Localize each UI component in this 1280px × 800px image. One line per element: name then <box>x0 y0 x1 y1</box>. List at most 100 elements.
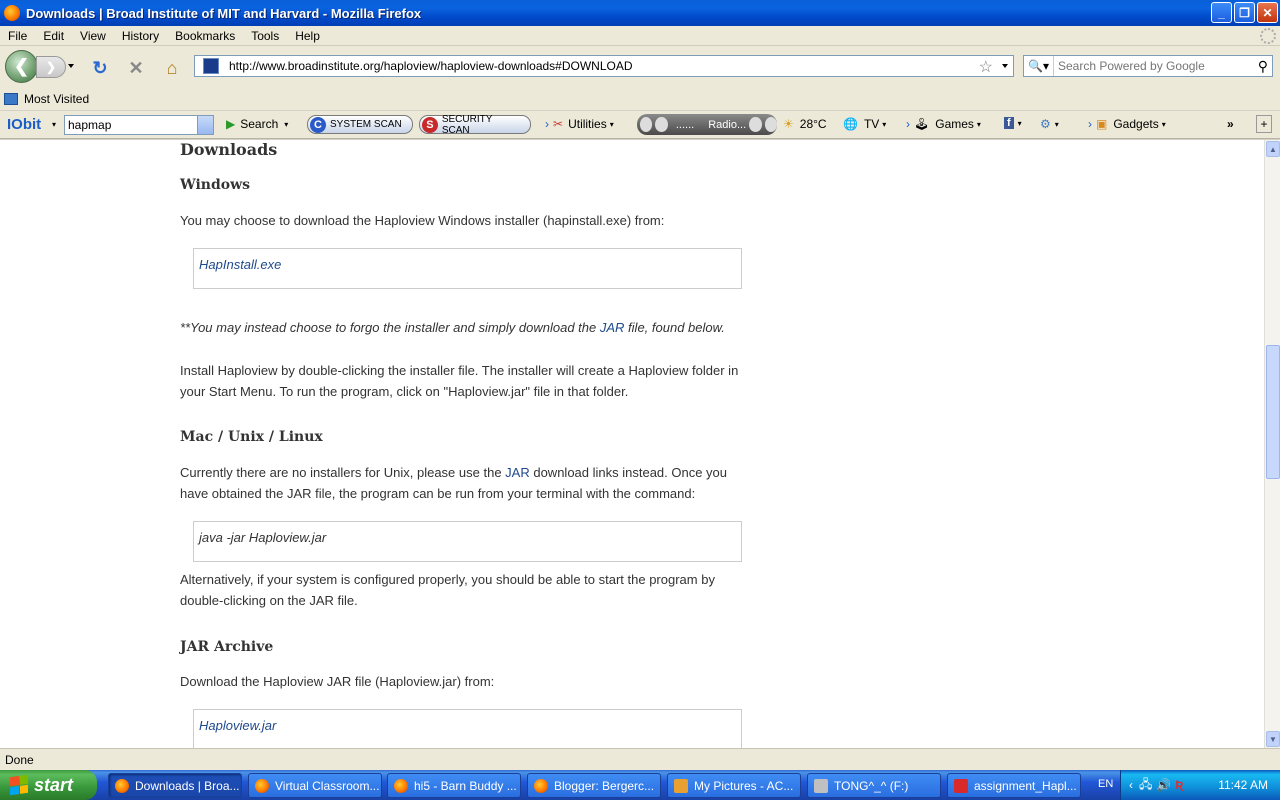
extension-button[interactable]: ⚙ ▾ <box>1040 117 1059 131</box>
download-box-hapinstall: HapInstall.exe <box>193 248 742 289</box>
jar-link[interactable]: JAR <box>600 320 625 335</box>
combo-dropdown-icon[interactable] <box>197 116 213 134</box>
utilities-button[interactable]: › ✂ Utilities ▾ <box>545 117 614 131</box>
iobit-search-combo[interactable]: hapmap <box>64 115 214 135</box>
search-bar[interactable]: 🔍▾ ⚲ <box>1023 55 1273 77</box>
task-label: Downloads | Broa... <box>135 778 240 793</box>
jar-link-unix[interactable]: JAR <box>505 465 530 480</box>
taskbar: start Downloads | Broa... Virtual Classr… <box>0 770 1280 800</box>
start-button[interactable]: start <box>0 770 97 800</box>
menu-view[interactable]: View <box>72 29 114 43</box>
new-tab-button[interactable]: + <box>1256 115 1272 133</box>
history-dropdown-icon[interactable] <box>68 64 74 68</box>
unix-text: Currently there are no installers for Un… <box>180 465 506 480</box>
search-go-icon[interactable]: ⚲ <box>1258 58 1268 75</box>
tray-expand-icon[interactable]: ‹ <box>1129 778 1133 792</box>
weather-button[interactable]: ☀ 28°C <box>783 117 827 131</box>
dropdown-icon: ▾ <box>284 119 289 129</box>
facebook-button[interactable]: f ▾ <box>1004 117 1022 129</box>
dropdown-icon: ▾ <box>882 119 887 129</box>
task-drive-f[interactable]: TONG^_^ (F:) <box>807 773 941 798</box>
language-indicator[interactable]: EN <box>1098 778 1113 790</box>
download-box-jar: Haploview.jar <box>193 709 742 748</box>
iobit-search-value[interactable]: hapmap <box>68 118 111 132</box>
url-dropdown-icon[interactable] <box>1002 64 1008 68</box>
bookmark-most-visited[interactable]: Most Visited <box>4 92 89 106</box>
windows-intro: You may choose to download the Haploview… <box>180 213 665 228</box>
network-icon[interactable]: 🖧 <box>1139 775 1152 796</box>
iobit-search-button[interactable]: ▶ Search ▾ <box>226 117 288 131</box>
radio-label[interactable]: Radio... <box>708 119 746 131</box>
task-label: TONG^_^ (F:) <box>834 778 909 793</box>
reload-icon[interactable]: ↻ <box>90 58 110 78</box>
scroll-up-icon[interactable]: ▲ <box>1266 141 1280 157</box>
gadgets-button[interactable]: › ▣ Gadgets ▾ <box>1088 117 1166 131</box>
url-text[interactable]: http://www.broadinstitute.org/haploview/… <box>229 59 633 73</box>
stop-icon[interactable]: ✕ <box>126 58 146 78</box>
section-heading-windows: Windows <box>180 177 251 193</box>
task-my-pictures[interactable]: My Pictures - AC... <box>667 773 801 798</box>
jar-intro: Download the Haploview JAR file (Haplovi… <box>180 674 495 689</box>
system-tray: ‹ 🖧 🔊 Ʀ 11:42 AM <box>1120 770 1280 800</box>
radio-settings-icon[interactable] <box>764 117 778 132</box>
menu-history[interactable]: History <box>114 29 167 43</box>
radio-player[interactable]: ...... Radio... <box>637 114 778 135</box>
system-scan-icon: C <box>310 116 326 133</box>
antivirus-icon[interactable]: Ʀ <box>1175 778 1183 792</box>
play-icon[interactable] <box>655 117 668 132</box>
back-button[interactable]: ❮ <box>5 50 38 83</box>
toolbar-overflow-button[interactable]: » <box>1227 117 1234 131</box>
bookmark-star-icon[interactable]: ☆ <box>979 57 993 77</box>
iobit-logo[interactable]: IObit <box>7 116 41 133</box>
scroll-down-icon[interactable]: ▼ <box>1266 731 1280 747</box>
search-engine-icon[interactable]: 🔍▾ <box>1024 56 1054 76</box>
vertical-scrollbar[interactable]: ▲ ▼ <box>1264 140 1280 748</box>
iobit-menu-arrow-icon[interactable]: ▾ <box>52 120 56 129</box>
iobit-search-label: Search <box>240 117 279 131</box>
task-hi5[interactable]: hi5 - Barn Buddy ... <box>387 773 521 798</box>
menu-edit[interactable]: Edit <box>35 29 72 43</box>
task-blogger[interactable]: Blogger: Bergerc... <box>527 773 661 798</box>
site-favicon-icon <box>203 58 219 74</box>
close-button[interactable]: ✕ <box>1257 2 1278 23</box>
task-label: Virtual Classroom... <box>275 778 380 793</box>
system-scan-button[interactable]: C SYSTEM SCAN <box>307 115 413 134</box>
haploview-jar-link[interactable]: Haploview.jar <box>199 718 276 733</box>
system-scan-label: SYSTEM SCAN <box>330 119 402 130</box>
volume-icon[interactable]: 🔊 <box>1156 778 1171 792</box>
menu-bookmarks[interactable]: Bookmarks <box>167 29 243 43</box>
command-text: java -jar Haploview.jar <box>199 530 327 545</box>
dropdown-icon: ▾ <box>1017 118 1022 128</box>
unix-alternative-text: Alternatively, if your system is configu… <box>180 572 715 608</box>
search-input[interactable] <box>1058 59 1248 73</box>
task-assignment[interactable]: assignment_Hapl... <box>947 773 1081 798</box>
menu-file[interactable]: File <box>0 29 35 43</box>
task-virtual-classroom[interactable]: Virtual Classroom... <box>248 773 382 798</box>
scrollbar-thumb[interactable] <box>1266 345 1280 479</box>
hapinstall-link[interactable]: HapInstall.exe <box>199 257 281 272</box>
status-text: Done <box>5 752 34 767</box>
gadgets-label: Gadgets <box>1113 117 1159 131</box>
task-label: My Pictures - AC... <box>694 778 794 793</box>
menu-tools[interactable]: Tools <box>243 29 287 43</box>
dropdown-icon: ▾ <box>1161 119 1166 129</box>
home-icon[interactable]: ⌂ <box>162 58 182 78</box>
facebook-icon: f <box>1004 117 1014 129</box>
forward-button[interactable]: ❯ <box>36 56 66 78</box>
stop-icon[interactable] <box>640 117 653 132</box>
tv-button[interactable]: 🌐 TV ▾ <box>843 117 886 131</box>
drive-icon <box>814 778 828 793</box>
menu-bar: File Edit View History Bookmarks Tools H… <box>0 26 1280 46</box>
folder-icon <box>4 93 18 105</box>
utilities-label: Utilities <box>568 117 607 131</box>
games-button[interactable]: › 🕹 Games ▾ <box>906 117 981 131</box>
url-bar[interactable]: http://www.broadinstitute.org/haploview/… <box>194 55 1014 77</box>
minimize-button[interactable]: _ <box>1211 2 1232 23</box>
task-downloads[interactable]: Downloads | Broa... <box>108 773 242 798</box>
menu-help[interactable]: Help <box>287 29 328 43</box>
volume-icon[interactable] <box>749 117 762 132</box>
maximize-button[interactable]: ❐ <box>1234 2 1255 23</box>
task-label: assignment_Hapl... <box>974 778 1077 793</box>
chevron-right-icon: › <box>1088 117 1092 131</box>
security-scan-button[interactable]: S SECURITY SCAN <box>419 114 531 136</box>
